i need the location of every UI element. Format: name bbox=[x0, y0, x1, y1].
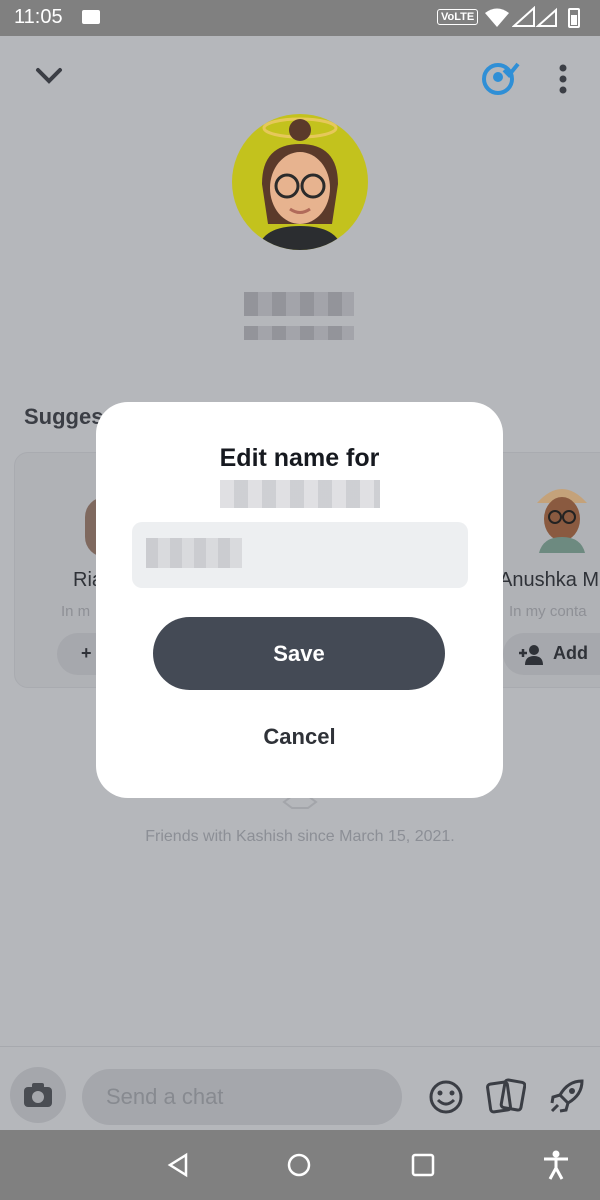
system-navigation-bar bbox=[0, 1130, 600, 1200]
suggestion-name: Anushka M bbox=[499, 569, 600, 591]
save-button[interactable]: Save bbox=[153, 617, 445, 690]
suggestion-subtitle: In my conta bbox=[509, 603, 587, 620]
more-vertical-icon[interactable] bbox=[558, 64, 568, 94]
add-friend-label: Add bbox=[553, 643, 588, 663]
add-friend-label: + bbox=[81, 643, 92, 663]
friendship-profile-icon[interactable] bbox=[480, 60, 520, 96]
suggestion-card[interactable]: Anushka M In my conta Add bbox=[486, 452, 600, 688]
battery-icon bbox=[568, 8, 580, 28]
camera-button[interactable] bbox=[10, 1067, 66, 1123]
signal-icon bbox=[512, 6, 557, 27]
chevron-down-icon[interactable] bbox=[34, 66, 64, 86]
dialog-target-name-pixelated bbox=[220, 480, 380, 508]
profile-name-pixelated bbox=[244, 292, 354, 316]
wifi-icon bbox=[485, 8, 509, 27]
suggestion-subtitle: In m bbox=[61, 603, 91, 620]
chat-input[interactable]: Send a chat bbox=[82, 1069, 402, 1125]
display-name-input[interactable] bbox=[132, 522, 468, 588]
camera-icon bbox=[24, 1083, 52, 1107]
profile-bitmoji-avatar[interactable] bbox=[232, 114, 368, 250]
suggestion-avatar bbox=[537, 489, 587, 553]
add-friend-icon bbox=[519, 645, 543, 665]
profile-username-pixelated bbox=[244, 326, 354, 340]
chat-bar: Send a chat bbox=[0, 1046, 600, 1131]
volte-badge: VoLTE bbox=[437, 9, 479, 25]
display-name-value-pixelated bbox=[146, 538, 242, 568]
edit-name-dialog: Edit name for Save Cancel bbox=[96, 402, 503, 798]
add-friend-button[interactable]: Add bbox=[503, 633, 600, 675]
cards-icon[interactable] bbox=[486, 1077, 526, 1115]
accessibility-icon[interactable] bbox=[542, 1150, 570, 1180]
nav-back-icon[interactable] bbox=[166, 1152, 190, 1178]
emoji-icon[interactable] bbox=[428, 1079, 464, 1115]
friends-since-text: Friends with Kashish since March 15, 202… bbox=[145, 828, 455, 845]
bitmoji-avatar-icon bbox=[258, 117, 342, 250]
status-time: 11:05 bbox=[14, 6, 63, 28]
nav-recents-icon[interactable] bbox=[410, 1152, 436, 1178]
dialog-title: Edit name for bbox=[219, 444, 380, 472]
nav-home-icon[interactable] bbox=[286, 1152, 312, 1178]
suggestions-title: Sugges bbox=[24, 404, 104, 429]
status-bar: 11:05 VoLTE bbox=[0, 0, 600, 36]
gallery-notification-icon bbox=[82, 10, 100, 24]
rocket-icon[interactable] bbox=[548, 1077, 586, 1115]
cancel-button[interactable]: Cancel bbox=[96, 724, 503, 750]
